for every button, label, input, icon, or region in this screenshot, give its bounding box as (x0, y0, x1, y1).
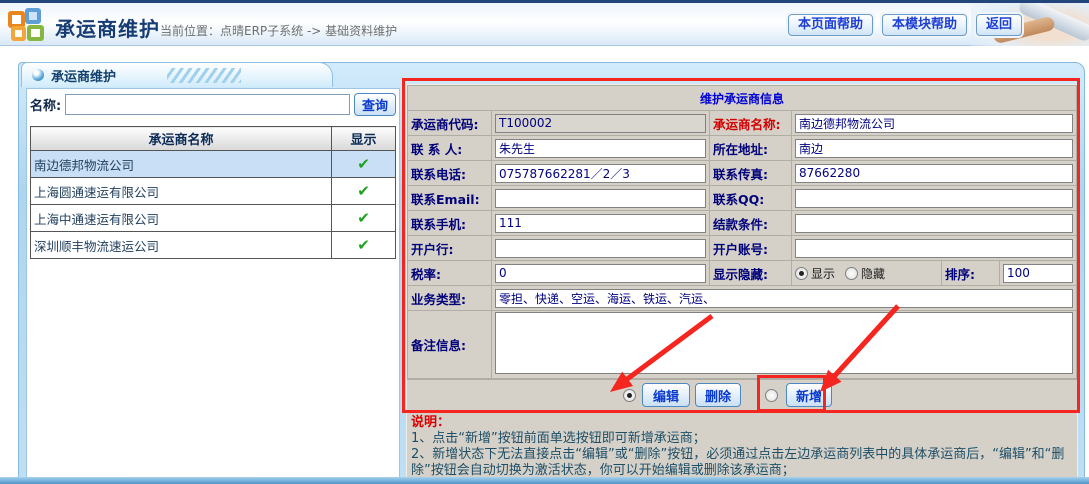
phone-input[interactable] (495, 164, 706, 183)
instruction-line: 2、新增状态下无法直接点击“编辑”或“删除”按钮，必须通过点击左边承运商列表中的… (411, 447, 1073, 478)
visibility-hide-radio[interactable] (845, 267, 858, 280)
remark-label: 备注信息: (408, 311, 492, 379)
address-label: 所在地址: (710, 136, 792, 161)
carrier-name-cell[interactable]: 上海中通速运有限公司 (31, 205, 332, 232)
carrier-name-cell[interactable]: 深圳顺丰物流速运公司 (31, 232, 332, 259)
mobile-label: 联系手机: (408, 211, 492, 236)
fax-input[interactable] (795, 164, 1073, 183)
qq-input[interactable] (795, 189, 1073, 208)
payment-terms-label: 结款条件: (710, 211, 792, 236)
header-button-group: 本页面帮助 本模块帮助 返回 (788, 14, 1022, 36)
visibility-show-radio[interactable] (795, 267, 808, 280)
bottom-edge-decoration (0, 477, 1089, 484)
carrier-name-cell[interactable]: 上海圆通速运有限公司 (31, 178, 332, 205)
carrier-code-input (495, 114, 706, 133)
query-button[interactable]: 查询 (354, 93, 396, 116)
visible-check-icon: ✔ (357, 182, 370, 200)
bank-label: 开户行: (408, 236, 492, 261)
main-panel: 承运商维护 名称: 查询 承运商名称 显示 南边德邦物流公司 (18, 62, 1085, 484)
contact-person-label: 联 系 人: (408, 136, 492, 161)
instruction-line: 1、点击“新增”按钮前面单选按钮即可新增承运商； (411, 431, 1073, 447)
page: 承运商维护 当前位置：点晴ERP子系统 -> 基础资料维护 本页面帮助 本模块帮… (0, 0, 1089, 484)
sort-input[interactable] (1003, 264, 1073, 283)
payment-terms-input[interactable] (795, 214, 1073, 233)
business-type-label: 业务类型: (408, 286, 492, 311)
add-button[interactable]: 新增 (786, 383, 832, 407)
page-help-button[interactable]: 本页面帮助 (788, 14, 873, 36)
tab-label: 承运商维护 (51, 66, 116, 85)
visible-check-icon: ✔ (357, 236, 370, 254)
search-row: 名称: 查询 (30, 92, 396, 117)
tax-rate-label: 税率: (408, 261, 492, 286)
name-filter-input[interactable] (65, 94, 350, 115)
breadcrumb: 当前位置：点晴ERP子系统 -> 基础资料维护 (160, 22, 397, 39)
form-title: 维护承运商信息 (408, 86, 1077, 111)
email-input[interactable] (495, 189, 706, 208)
name-filter-label: 名称: (30, 95, 61, 114)
tab-carrier-maintenance[interactable]: 承运商维护 (21, 62, 333, 87)
sort-label: 排序: (942, 261, 1000, 286)
edit-button[interactable]: 编辑 (642, 383, 690, 407)
instructions: 说明： 1、点击“新增”按钮前面单选按钮即可新增承运商； 2、新增状态下无法直接… (407, 409, 1077, 478)
carrier-row[interactable]: 上海中通速运有限公司 ✔ (31, 205, 396, 232)
add-mode-radio[interactable] (765, 389, 778, 402)
carrier-row[interactable]: 深圳顺丰物流速运公司 ✔ (31, 232, 396, 259)
remark-textarea[interactable] (495, 312, 1073, 374)
column-header-display: 显示 (332, 127, 396, 151)
app-logo-icon (8, 8, 46, 42)
carrier-table: 承运商名称 显示 南边德邦物流公司 ✔ 上海圆通速运有限公司 ✔ 上海中通速运有… (30, 126, 396, 259)
business-type-input[interactable] (495, 289, 1073, 308)
instructions-title: 说明： (411, 415, 450, 430)
top-header: 承运商维护 当前位置：点晴ERP子系统 -> 基础资料维护 本页面帮助 本模块帮… (0, 3, 1089, 46)
account-input[interactable] (795, 239, 1073, 258)
fax-label: 联系传真: (710, 161, 792, 186)
visibility-show-option-label: 显示 (811, 267, 835, 281)
contact-person-input[interactable] (495, 139, 706, 158)
carrier-code-label: 承运商代码: (408, 111, 492, 136)
column-header-carrier-name: 承运商名称 (31, 127, 332, 151)
account-label: 开户账号: (710, 236, 792, 261)
top-border-line (0, 0, 1089, 3)
tax-rate-input[interactable] (495, 264, 706, 283)
bank-input[interactable] (495, 239, 706, 258)
visible-check-icon: ✔ (357, 209, 370, 227)
carrier-name-label: 承运商名称: (710, 111, 792, 136)
page-title: 承运商维护 (55, 13, 160, 42)
carrier-row-selected[interactable]: 南边德邦物流公司 ✔ (31, 151, 396, 178)
delete-button[interactable]: 删除 (695, 383, 741, 407)
carrier-list-section: 名称: 查询 承运商名称 显示 南边德邦物流公司 ✔ (26, 88, 400, 479)
module-help-button[interactable]: 本模块帮助 (882, 14, 967, 36)
mobile-input[interactable] (495, 214, 706, 233)
visibility-label: 显示隐藏: (710, 261, 792, 286)
carrier-row[interactable]: 上海圆通速运有限公司 ✔ (31, 178, 396, 205)
phone-label: 联系电话: (408, 161, 492, 186)
carrier-form-section: 维护承运商信息 承运商代码: 承运商名称: 联 系 人: 所在地址: 联系电话: (406, 84, 1078, 478)
tab-bullet-icon (32, 69, 44, 81)
qq-label: 联系QQ: (710, 186, 792, 211)
email-label: 联系Email: (408, 186, 492, 211)
carrier-name-input[interactable] (795, 114, 1073, 133)
visible-check-icon: ✔ (357, 155, 370, 173)
carrier-name-cell[interactable]: 南边德邦物流公司 (31, 151, 332, 178)
form-actions-row: 编辑 删除 新增 (407, 379, 1077, 409)
address-input[interactable] (795, 139, 1073, 158)
visibility-hide-option-label: 隐藏 (861, 267, 885, 281)
back-button[interactable]: 返回 (976, 14, 1022, 36)
tab-stripes-decoration (167, 68, 241, 83)
edit-mode-radio[interactable] (623, 389, 636, 402)
carrier-form-table: 维护承运商信息 承运商代码: 承运商名称: 联 系 人: 所在地址: 联系电话: (407, 85, 1077, 379)
